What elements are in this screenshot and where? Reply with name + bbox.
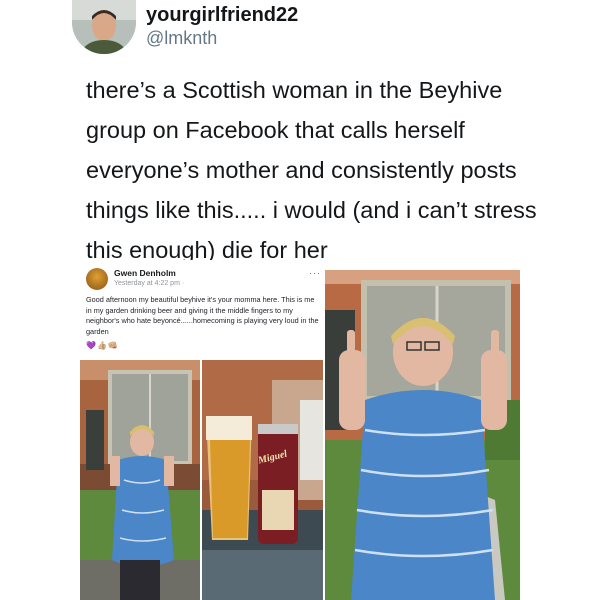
fb-post-emoji: 💜👍🏼👊🏼 xyxy=(86,341,119,350)
fb-post-time: Yesterday at 4:22 pm · xyxy=(114,280,185,287)
user-handle[interactable]: @lmknth xyxy=(146,28,217,49)
photo-garden-wide xyxy=(80,360,200,600)
tweet-text: there’s a Scottish woman in the Beyhive … xyxy=(86,77,537,263)
fb-author-avatar xyxy=(86,268,108,290)
photo-closeup xyxy=(325,270,520,600)
display-name[interactable]: yourgirlfriend22 xyxy=(146,4,298,27)
facebook-post: Gwen Denholm Yesterday at 4:22 pm · ··· … xyxy=(80,260,325,360)
fb-post-body: Good afternoon my beautiful beyhive it's… xyxy=(86,295,319,336)
fb-author-name: Gwen Denholm xyxy=(114,268,176,278)
more-icon: ··· xyxy=(309,268,321,278)
avatar[interactable] xyxy=(72,0,136,54)
photo-beer xyxy=(202,360,323,600)
